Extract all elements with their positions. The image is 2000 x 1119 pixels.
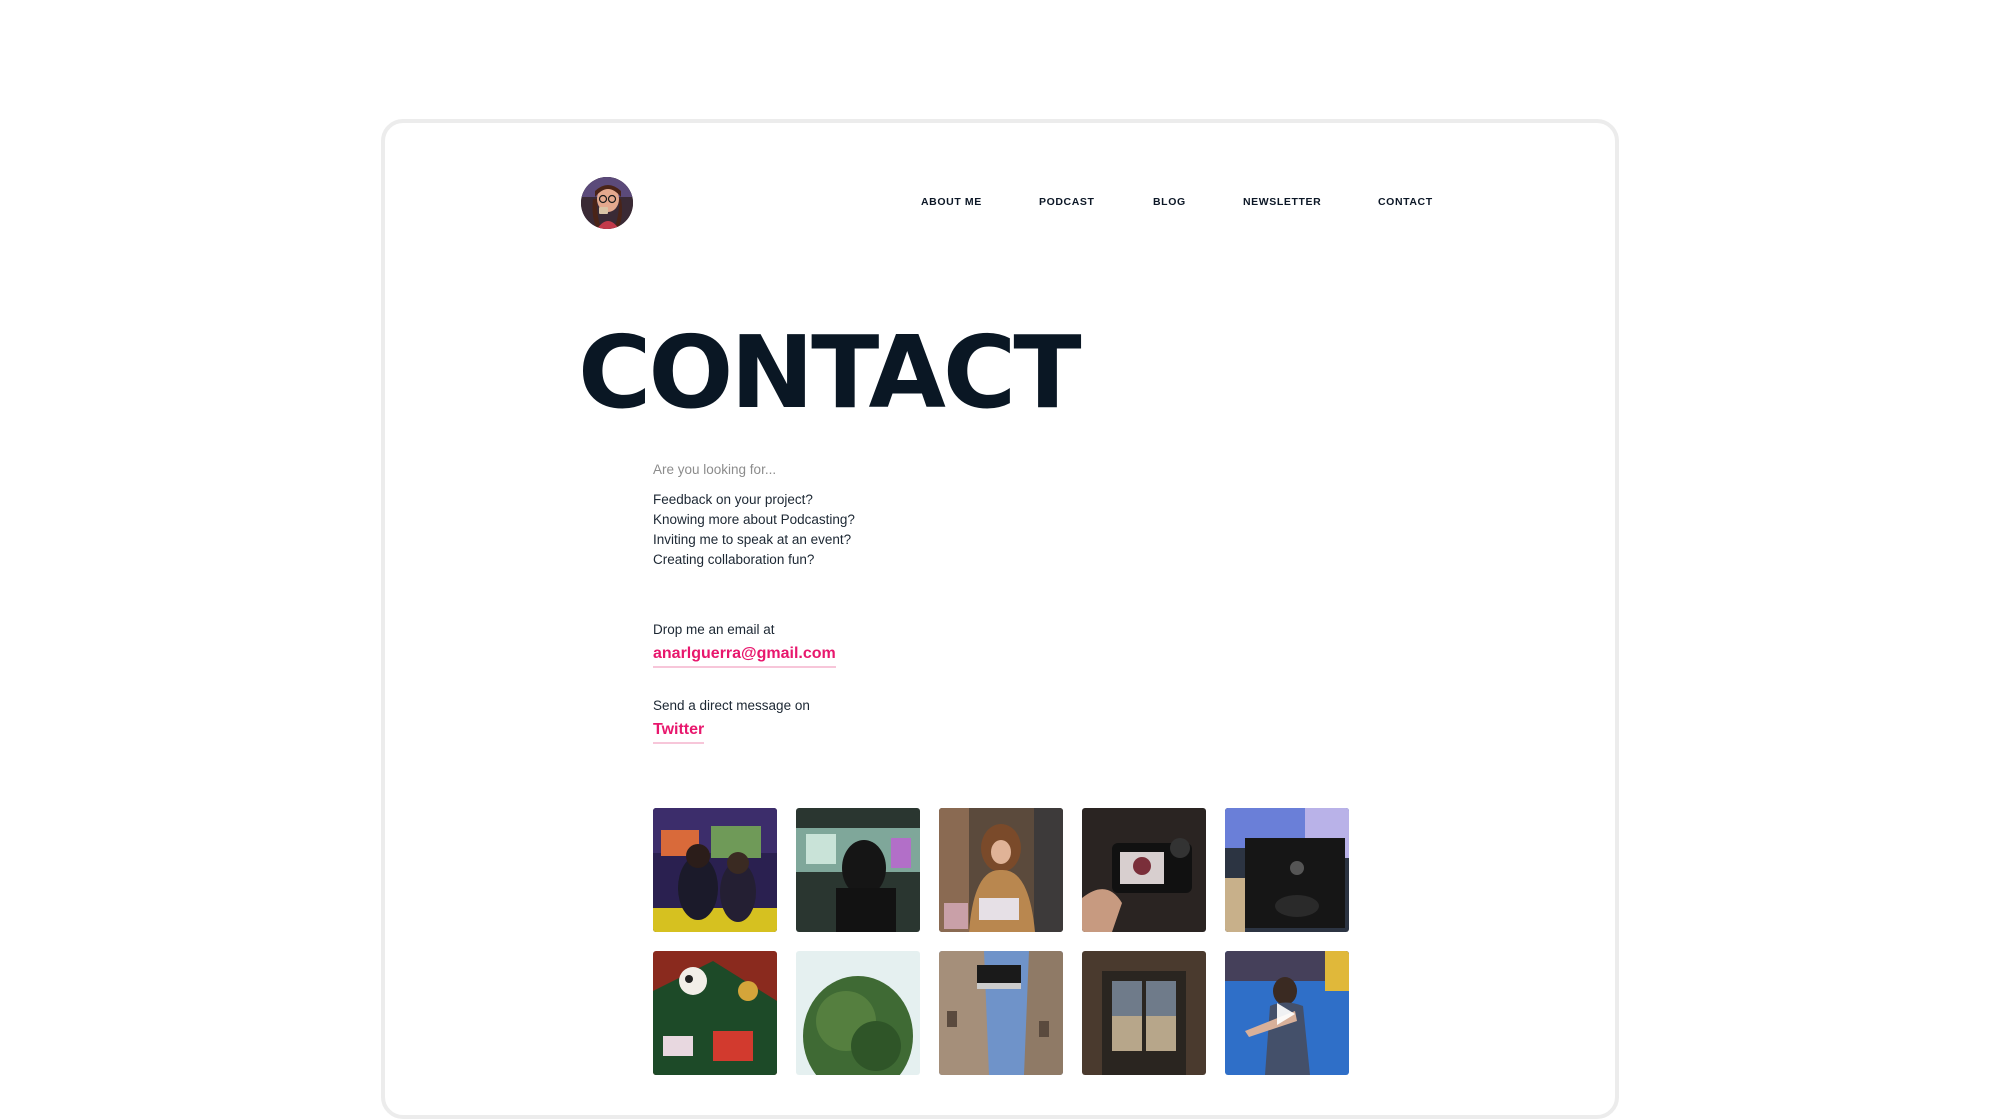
xbox-controller-image [1225,808,1349,932]
dark-room-silhouette-image [796,808,920,932]
question-item: Knowing more about Podcasting? [653,512,855,527]
tree-against-sky-image [796,951,920,1075]
email-label: Drop me an email at [653,622,775,637]
christmas-tree-ornaments-image [653,951,777,1075]
gallery-photo[interactable] [939,808,1063,932]
nav-item-about-me[interactable]: ABOUT ME [921,196,982,208]
street-building-sign-image [939,951,1063,1075]
intro-lead: Are you looking for... [653,462,777,477]
gallery-photo[interactable] [653,808,777,932]
nav-item-contact[interactable]: CONTACT [1378,196,1433,208]
contact-content: Are you looking for... Feedback on your … [653,460,1353,744]
page-title: CONTACT [578,314,1082,431]
question-item: Inviting me to speak at an event? [653,532,852,547]
twitter-link[interactable]: Twitter [653,720,705,744]
question-item: Feedback on your project? [653,492,813,507]
question-list: Feedback on your project? Knowing more a… [653,490,1353,570]
question-item: Creating collaboration fun? [653,552,815,567]
main-nav: ABOUT ME PODCAST BLOG NEWSLETTER CONTACT [0,196,2000,210]
nav-item-newsletter[interactable]: NEWSLETTER [1243,196,1321,208]
gallery-photo[interactable] [1082,808,1206,932]
gallery-photo[interactable] [796,951,920,1075]
gallery-photo[interactable] [653,951,777,1075]
nav-item-blog[interactable]: BLOG [1153,196,1186,208]
nav-item-podcast[interactable]: PODCAST [1039,196,1095,208]
gallery-photo-video[interactable] [1225,951,1349,1075]
email-link[interactable]: anarlguerra@gmail.com [653,644,836,668]
gallery-photo[interactable] [1082,951,1206,1075]
woman-reading-book-image [939,808,1063,932]
gallery-photo[interactable] [1225,808,1349,932]
gallery-photo[interactable] [796,808,920,932]
doorway-view-image [1082,951,1206,1075]
gaming-event-crowd-image [653,808,777,932]
play-icon [1277,1003,1295,1025]
gallery-photo[interactable] [939,951,1063,1075]
camera-screen-selfie-image [1082,808,1206,932]
twitter-label: Send a direct message on [653,698,810,713]
